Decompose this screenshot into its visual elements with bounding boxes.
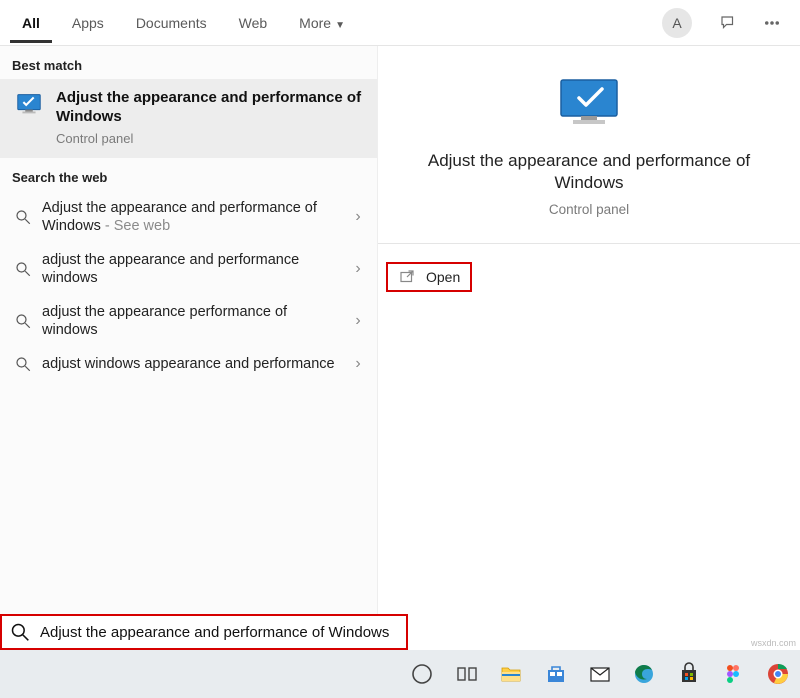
preview-subtitle: Control panel (549, 202, 629, 217)
figma-icon[interactable] (711, 650, 755, 698)
mail-icon[interactable] (578, 650, 622, 698)
web-suggestion-text: adjust windows appearance and performanc… (42, 355, 337, 373)
preview-title: Adjust the appearance and performance of… (378, 150, 800, 194)
search-web-header: Search the web (0, 158, 377, 191)
web-suggestion-text: adjust the appearance performance of win… (42, 303, 337, 339)
task-view-icon[interactable] (444, 650, 488, 698)
best-match-subtitle: Control panel (56, 131, 363, 146)
chevron-right-icon[interactable]: › (347, 312, 369, 330)
web-suggestion-item[interactable]: adjust the appearance performance of win… (0, 295, 377, 347)
watermark: wsxdn.com (751, 638, 796, 648)
open-label: Open (426, 269, 460, 285)
web-suggestion-text: adjust the appearance and performance wi… (42, 251, 337, 287)
file-explorer-icon[interactable] (489, 650, 533, 698)
best-match-header: Best match (0, 46, 377, 79)
search-box-highlight (0, 614, 408, 650)
preview-pane: Adjust the appearance and performance of… (378, 46, 800, 650)
search-icon (14, 355, 32, 373)
best-match-title: Adjust the appearance and performance of… (56, 89, 363, 127)
search-results-area: Best match Adjust the appearance and per… (0, 46, 800, 650)
cortana-icon[interactable] (400, 650, 444, 698)
feedback-icon[interactable] (714, 9, 742, 37)
more-options-icon[interactable] (758, 9, 786, 37)
chevron-right-icon[interactable]: › (347, 355, 369, 373)
results-list: Best match Adjust the appearance and per… (0, 46, 378, 650)
tab-all[interactable]: All (10, 3, 52, 43)
taskbar (0, 650, 800, 698)
store-bag-icon[interactable] (667, 650, 711, 698)
divider (378, 243, 800, 244)
web-suggestion-item[interactable]: adjust windows appearance and performanc… (0, 347, 377, 381)
open-button[interactable]: Open (386, 262, 472, 292)
tab-documents[interactable]: Documents (124, 3, 219, 43)
search-icon (10, 622, 30, 642)
microsoft-store-icon[interactable] (533, 650, 577, 698)
web-suggestion-item[interactable]: adjust the appearance and performance wi… (0, 243, 377, 295)
web-suggestion-text: Adjust the appearance and performance of… (42, 199, 337, 235)
search-icon (14, 312, 32, 330)
control-panel-large-icon (553, 76, 625, 132)
chrome-icon[interactable] (756, 650, 800, 698)
search-filter-tabs: All Apps Documents Web More ▼ A (0, 0, 800, 46)
control-panel-icon (14, 89, 44, 119)
search-icon (14, 208, 32, 226)
tab-more-label: More (299, 15, 331, 31)
search-input[interactable] (40, 624, 398, 641)
search-icon (14, 260, 32, 278)
open-icon (398, 268, 416, 286)
search-box[interactable] (2, 616, 406, 648)
chevron-right-icon[interactable]: › (347, 260, 369, 278)
tab-web[interactable]: Web (227, 3, 280, 43)
tab-apps[interactable]: Apps (60, 3, 116, 43)
web-suggestion-item[interactable]: Adjust the appearance and performance of… (0, 191, 377, 243)
caret-down-icon: ▼ (335, 20, 345, 31)
best-match-item[interactable]: Adjust the appearance and performance of… (0, 79, 377, 158)
tab-more[interactable]: More ▼ (287, 3, 357, 43)
chevron-right-icon[interactable]: › (347, 208, 369, 226)
user-avatar[interactable]: A (662, 8, 692, 38)
edge-icon[interactable] (622, 650, 666, 698)
